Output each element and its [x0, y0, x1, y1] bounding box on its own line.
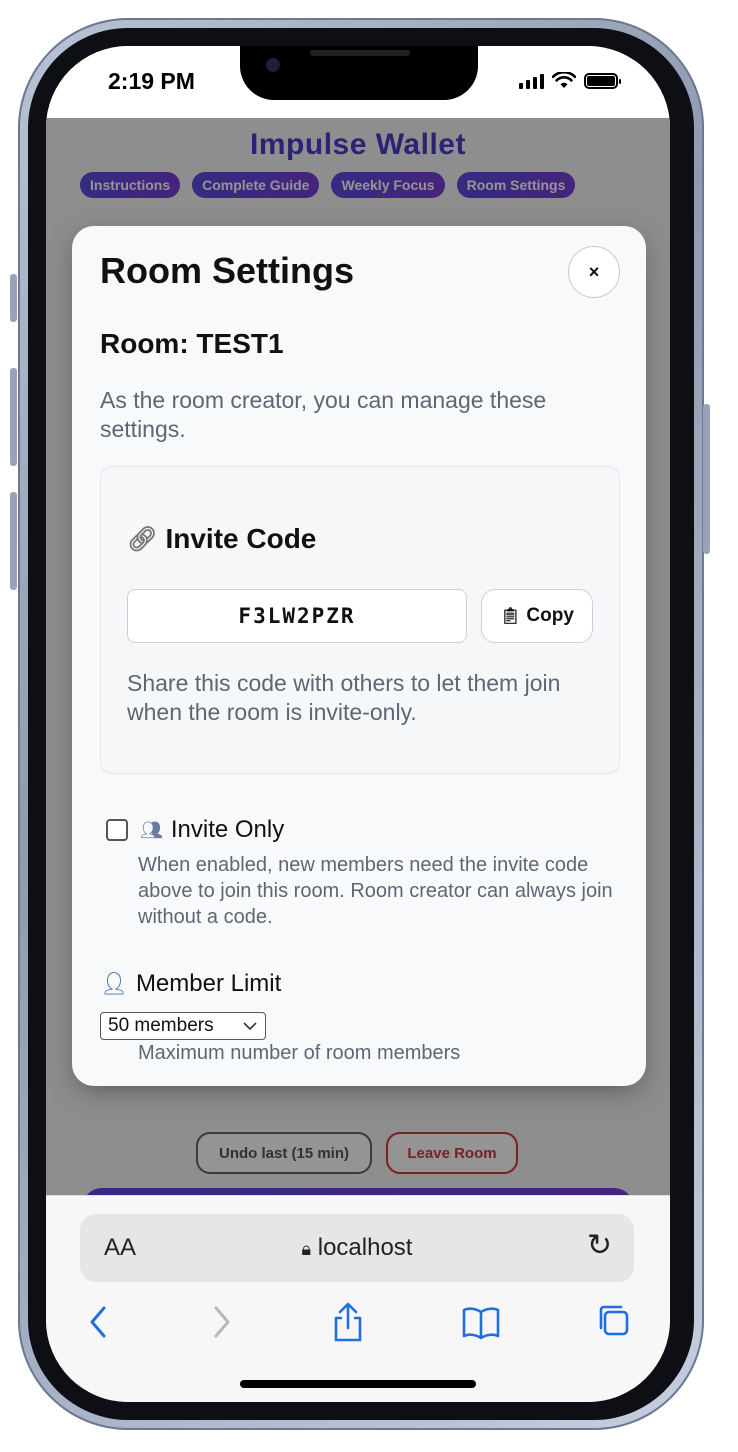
url-text: localhost	[317, 1234, 413, 1261]
invite-code-hint: Share this code with others to let them …	[127, 670, 561, 725]
member-limit-label-text: Member Limit	[135, 970, 282, 997]
invite-only-label[interactable]: 👥︎ Invite Only	[140, 816, 284, 844]
status-icons	[519, 72, 621, 90]
invite-only-description: When enabled, new members need the invit…	[138, 854, 613, 928]
tabs-icon[interactable]	[589, 1300, 639, 1353]
member-limit-label: 👤︎ Member Limit	[100, 970, 281, 998]
person-icon: 👤︎	[100, 971, 128, 996]
room-settings-modal: Room Settings × Room: TEST1 As the room …	[72, 226, 646, 1086]
invite-only-checkbox[interactable]	[106, 819, 128, 841]
chevron-down-icon	[243, 1022, 257, 1031]
mute-switch	[10, 274, 17, 322]
forward-icon[interactable]	[196, 1300, 246, 1353]
signal-icon	[519, 73, 544, 89]
status-time: 2:19 PM	[108, 68, 195, 94]
invite-code-heading: 🔗︎ Invite Code	[127, 523, 316, 555]
address-bar[interactable]: AA 🔒︎ localhost ↻	[80, 1214, 634, 1282]
web-content: Impulse Wallet Instructions Complete Gui…	[46, 118, 670, 1195]
people-icon: 👥︎	[140, 819, 163, 840]
invite-only-row: 👥︎ Invite Only	[106, 816, 284, 844]
url-display[interactable]: 🔒︎ localhost	[80, 1234, 634, 1262]
power-button	[703, 404, 710, 554]
copy-button[interactable]: 📋︎ Copy	[481, 589, 593, 643]
browser-toolbar	[46, 1300, 670, 1350]
invite-code-section: 🔗︎ Invite Code 📋︎ Copy Share this code w…	[100, 466, 620, 774]
member-limit-hint: Maximum number of room members	[138, 1042, 461, 1064]
wifi-icon	[552, 72, 576, 88]
room-name: Room: TEST1	[100, 328, 284, 359]
modal-description: As the room creator, you can manage thes…	[100, 387, 547, 442]
lock-icon: 🔒︎	[301, 1239, 312, 1259]
member-limit-select[interactable]: 50 members	[100, 1012, 266, 1040]
clipboard-icon: 📋︎	[500, 608, 521, 625]
link-icon: 🔗︎	[127, 525, 158, 553]
screen: 2:19 PM Impulse Wallet Instructions Comp…	[46, 46, 670, 1402]
bookmarks-icon[interactable]	[456, 1300, 506, 1353]
share-icon[interactable]	[323, 1300, 373, 1353]
notch	[240, 46, 478, 100]
close-button[interactable]: ×	[568, 246, 620, 298]
member-limit-value: 50 members	[108, 1015, 214, 1036]
status-bar: 2:19 PM	[46, 46, 670, 118]
invite-only-label-text: Invite Only	[170, 816, 285, 843]
invite-code-heading-text: Invite Code	[165, 523, 317, 554]
battery-icon	[584, 73, 621, 89]
home-indicator[interactable]	[240, 1380, 476, 1388]
back-icon[interactable]	[74, 1300, 124, 1353]
copy-label: Copy	[526, 605, 574, 626]
front-camera	[266, 58, 280, 72]
browser-bottom-bar: AA 🔒︎ localhost ↻	[46, 1195, 670, 1402]
volume-up-button	[10, 368, 17, 466]
invite-code-field[interactable]	[127, 589, 467, 643]
speaker	[310, 50, 410, 56]
modal-title: Room Settings	[100, 250, 355, 291]
volume-down-button	[10, 492, 17, 590]
reload-icon[interactable]: ↻	[587, 1228, 612, 1263]
